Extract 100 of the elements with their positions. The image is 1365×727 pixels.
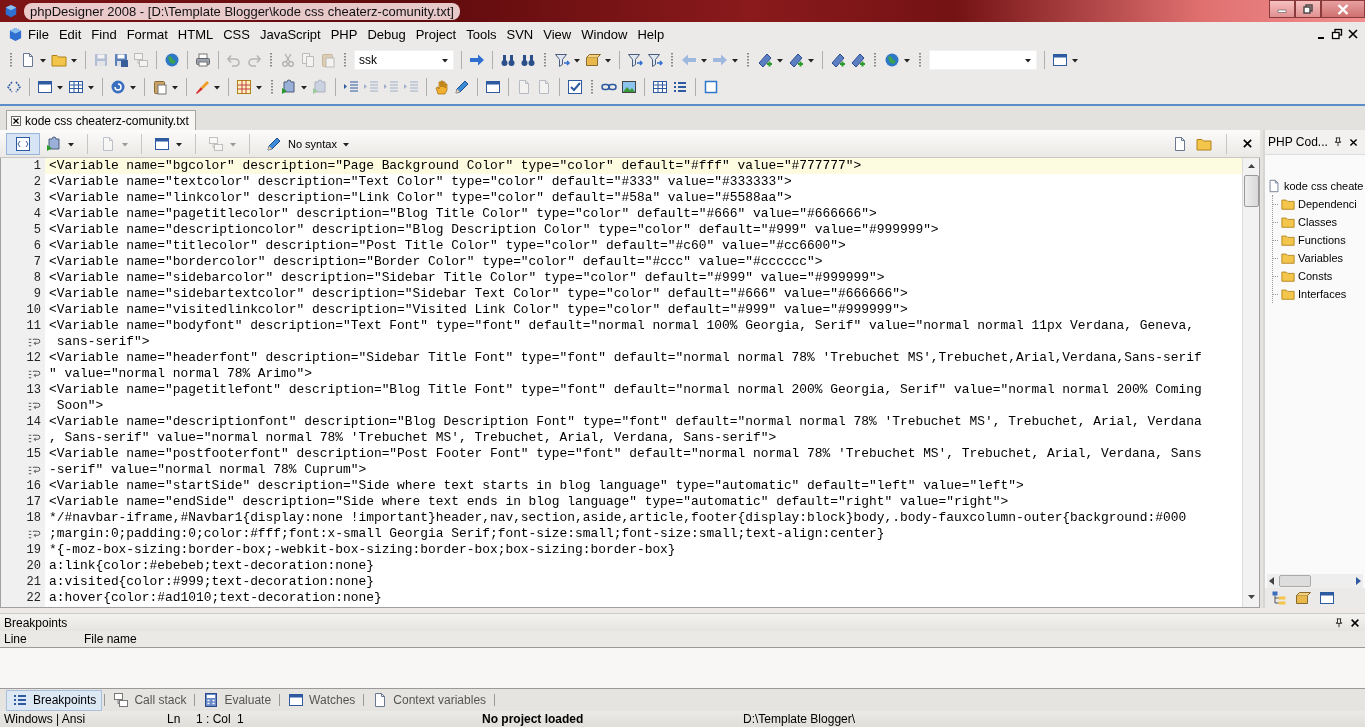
grip-handle[interactable]: [343, 50, 347, 69]
clipboard-icon[interactable]: [152, 78, 168, 95]
tree-item[interactable]: Interfaces: [1273, 285, 1365, 303]
menu-item[interactable]: Project: [410, 24, 462, 44]
grip-handle[interactable]: [9, 50, 13, 69]
restore-button[interactable]: [1295, 0, 1321, 18]
refresh-icon[interactable]: [110, 78, 126, 95]
tree-item[interactable]: Consts: [1273, 267, 1365, 285]
book-icon[interactable]: [757, 51, 773, 68]
table-icon[interactable]: [652, 78, 668, 95]
panel-tab[interactable]: Evaluate: [197, 689, 278, 711]
menu-item[interactable]: Help: [632, 24, 670, 44]
code-line: <Variable name="visitedlinkcolor" description="Visited Link Color" type="color" default="#999" value="#999999">: [48, 302, 909, 318]
line-number: 15: [25, 447, 42, 461]
menu-item[interactable]: Debug: [362, 24, 411, 44]
funnel-icon[interactable]: [647, 51, 663, 68]
grip-handle[interactable]: [270, 77, 274, 96]
table-icon[interactable]: [68, 78, 84, 95]
menu-item[interactable]: PHP: [325, 24, 363, 44]
indent-icon[interactable]: [343, 78, 359, 95]
close-icon[interactable]: [1347, 136, 1359, 148]
window-icon[interactable]: [37, 78, 53, 95]
panel-tab[interactable]: Call stack: [107, 689, 193, 711]
dropdown-field[interactable]: [929, 49, 1037, 70]
grip-handle[interactable]: [269, 50, 273, 69]
close-button[interactable]: [1321, 0, 1365, 18]
image-icon[interactable]: [621, 78, 637, 95]
puzzle-icon[interactable]: [281, 78, 297, 95]
funnel-icon[interactable]: [554, 51, 570, 68]
floppy-disks-icon[interactable]: [113, 51, 129, 68]
window-icon[interactable]: [485, 78, 501, 95]
grip-handle[interactable]: [746, 50, 750, 69]
scroll-down-arrow-icon[interactable]: [1246, 592, 1256, 601]
menu-item[interactable]: HTML: [172, 24, 219, 44]
globe-icon[interactable]: [884, 51, 900, 68]
pencil-icon[interactable]: [454, 78, 470, 95]
panel-tab[interactable]: Watches: [282, 689, 362, 711]
menu-item[interactable]: Find: [86, 24, 122, 44]
printer-icon[interactable]: [195, 51, 211, 68]
grid-icon[interactable]: [236, 78, 252, 95]
grip-handle[interactable]: [543, 50, 547, 69]
close-icon[interactable]: [11, 115, 21, 126]
checkbox-icon[interactable]: [567, 78, 583, 95]
panel-tab[interactable]: Context variables: [366, 689, 493, 711]
pin-icon[interactable]: [1333, 616, 1345, 629]
book-icon[interactable]: [788, 51, 804, 68]
code-line: " value="normal normal 78% Arimo">: [48, 366, 313, 382]
panel-tab[interactable]: Breakpoints: [6, 689, 103, 711]
horizontal-scrollbar[interactable]: [1267, 574, 1363, 588]
tree-item[interactable]: Classes: [1273, 213, 1365, 231]
grip-handle[interactable]: [670, 50, 674, 69]
scroll-right-arrow-icon[interactable]: [1353, 575, 1363, 587]
book-icon[interactable]: [830, 51, 846, 68]
menu-item[interactable]: Tools: [461, 24, 502, 44]
code-view-button[interactable]: [6, 132, 40, 155]
window-icon[interactable]: [154, 135, 170, 152]
close-icon[interactable]: [1347, 28, 1359, 40]
globe-icon[interactable]: [164, 51, 180, 68]
puzzle-icon[interactable]: [46, 135, 62, 152]
brush-icon[interactable]: [194, 78, 210, 95]
grip-handle[interactable]: [918, 50, 922, 69]
document-tab[interactable]: kode css cheaterz-comunity.txt: [6, 110, 196, 130]
tree-item[interactable]: Functions: [1273, 231, 1365, 249]
tree-item[interactable]: Variables: [1273, 249, 1365, 267]
grip-handle[interactable]: [590, 77, 594, 96]
menu-item[interactable]: Format: [121, 24, 173, 44]
grip-handle[interactable]: [873, 50, 877, 69]
clipboard-icon[interactable]: [320, 51, 336, 68]
book-icon[interactable]: [850, 51, 866, 68]
scroll-left-arrow-icon[interactable]: [1267, 575, 1277, 587]
scrollbar-thumb[interactable]: [1243, 175, 1259, 207]
syntax-dropdown[interactable]: No syntax: [262, 135, 354, 152]
menu-item[interactable]: Window: [576, 24, 633, 44]
restore-icon[interactable]: [1331, 28, 1343, 40]
window-icon[interactable]: [1319, 590, 1335, 606]
menu-item[interactable]: SVN: [501, 24, 539, 44]
window-icon[interactable]: [1052, 51, 1068, 68]
minimize-button[interactable]: [1269, 0, 1295, 18]
search-combo[interactable]: ssk: [354, 49, 454, 70]
funnel-icon[interactable]: [627, 51, 643, 68]
column-header[interactable]: File name: [84, 632, 137, 646]
menu-item[interactable]: File: [23, 24, 54, 44]
tree-item[interactable]: Dependenci: [1273, 195, 1365, 213]
document-icon[interactable]: [20, 51, 36, 68]
column-header[interactable]: Line: [0, 632, 84, 646]
box-icon[interactable]: [585, 51, 601, 68]
tree-item[interactable]: kode css cheate: [1267, 177, 1365, 195]
document-icon[interactable]: [1172, 135, 1188, 152]
menu-item[interactable]: JavaScript: [254, 24, 326, 44]
box-icon[interactable]: [1295, 590, 1311, 606]
square-icon[interactable]: [703, 78, 719, 95]
menu-item[interactable]: Edit: [53, 24, 87, 44]
vertical-scrollbar[interactable]: [1242, 158, 1259, 607]
menu-item[interactable]: CSS: [218, 24, 255, 44]
scroll-up-arrow-icon[interactable]: [1246, 162, 1256, 171]
menu-item[interactable]: View: [538, 24, 577, 44]
close-icon[interactable]: [1349, 616, 1361, 629]
app-logo-icon[interactable]: [8, 26, 23, 42]
close-icon[interactable]: [1241, 137, 1254, 150]
hierarchy-icon[interactable]: [1271, 590, 1287, 606]
